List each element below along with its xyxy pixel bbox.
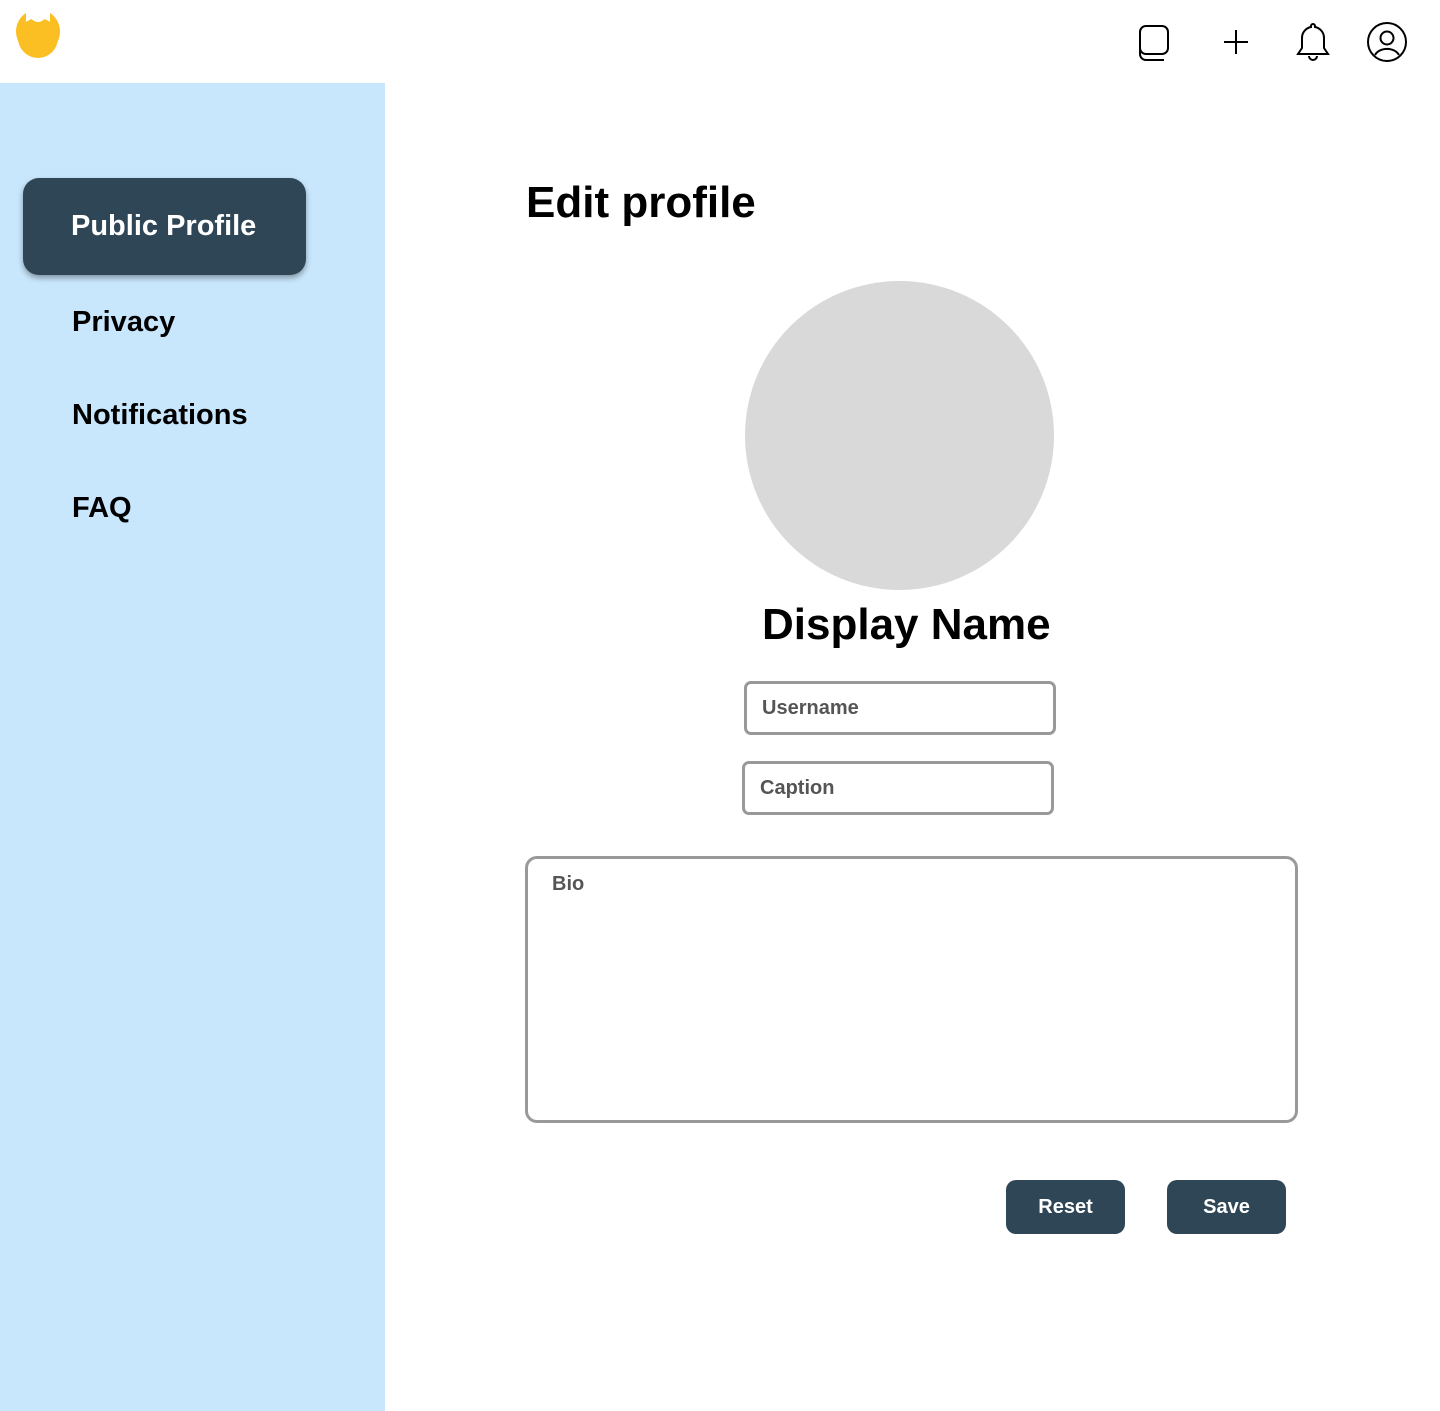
- save-button[interactable]: Save: [1167, 1180, 1286, 1234]
- logo-icon[interactable]: [12, 8, 62, 58]
- sidebar-item-privacy[interactable]: Privacy: [72, 306, 175, 339]
- page: Public Profile Privacy Notifications FAQ…: [0, 0, 1440, 1411]
- sidebar-item-label: FAQ: [72, 492, 132, 524]
- sidebar-item-faq[interactable]: FAQ: [72, 492, 132, 525]
- display-name: Display Name: [762, 600, 1051, 649]
- sidebar-item-label: Public Profile: [71, 210, 257, 242]
- sidebar-item-notifications[interactable]: Notifications: [72, 399, 248, 432]
- sidebar: Public Profile Privacy Notifications FAQ: [0, 83, 385, 1411]
- plus-icon[interactable]: [1214, 20, 1258, 64]
- sidebar-item-label: Notifications: [72, 399, 248, 431]
- user-icon[interactable]: [1365, 20, 1409, 64]
- username-input[interactable]: [744, 681, 1056, 735]
- caption-input[interactable]: [742, 761, 1054, 815]
- bell-icon[interactable]: [1291, 20, 1335, 64]
- layers-icon[interactable]: [1132, 20, 1176, 64]
- bio-textarea[interactable]: [525, 856, 1298, 1123]
- page-title: Edit profile: [526, 178, 756, 227]
- sidebar-item-public-profile[interactable]: Public Profile: [23, 178, 306, 275]
- top-bar: [0, 0, 1440, 83]
- reset-button[interactable]: Reset: [1006, 1180, 1125, 1234]
- sidebar-item-label: Privacy: [72, 306, 176, 338]
- avatar[interactable]: [745, 281, 1054, 590]
